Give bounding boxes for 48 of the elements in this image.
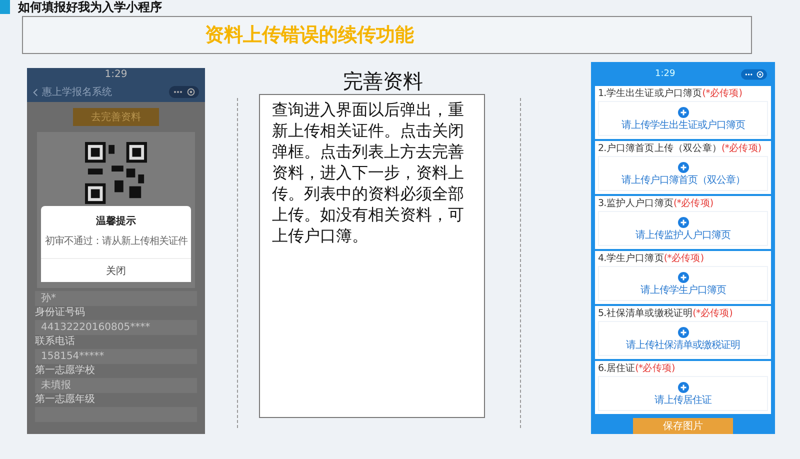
field-label: 第一志愿学校 (35, 365, 96, 377)
description-text: 查询进入界面以后弹出，重新上传相关证件。点击关闭弹框。点击列表上方去完善资料，进入下一步，资料上传。列表中的资料必须全部上传。如没有相关资料，可上传户口簿。 (272, 100, 464, 245)
upload-hint: 请上传学生出生证或户口簿页 (621, 120, 745, 132)
upload-area[interactable]: 请上传学生出生证或户口簿页 (598, 101, 768, 136)
upload-title: 1.学生出生证或户口簿页(*必传项) (598, 88, 744, 99)
field-label: 第一志愿年级 (35, 394, 96, 406)
upload-area[interactable]: 请上传学生户口簿页 (598, 266, 768, 301)
input-field[interactable]: 未填报 (35, 378, 197, 393)
section-heading: 完善资料 (343, 68, 423, 94)
complete-info-button[interactable]: 去完善资料 (73, 108, 159, 126)
upload-area[interactable]: 请上传居住证 (598, 376, 768, 411)
banner-title: 资料上传错误的续传功能 (205, 23, 414, 48)
back-icon[interactable] (33, 88, 38, 96)
input-field[interactable]: 158154***** (35, 349, 197, 364)
upload-title: 6.居住证(*必传项) (598, 363, 676, 374)
field-label: 身份证号码 (35, 307, 86, 319)
upload-title: 2.户口簿首页上传（双公章）(*必传项) (598, 143, 762, 154)
upload-area[interactable]: 请上传监护人户口簿页 (598, 211, 768, 246)
status-time: 1:29 (104, 68, 128, 82)
input-field[interactable]: 孙* (35, 291, 197, 306)
upload-hint: 请上传社保清单或缴税证明 (626, 340, 740, 352)
plus-icon (678, 382, 688, 393)
menu-capsule-icon[interactable] (741, 68, 767, 80)
upload-title: 3.监护人户口簿页(*必传项) (598, 198, 714, 209)
upload-hint: 请上传监护人户口簿页 (636, 230, 730, 242)
upload-hint: 请上传居住证 (654, 395, 712, 407)
upload-area[interactable]: 请上传户口簿首页（双公章） (598, 156, 768, 191)
title-marker (0, 0, 10, 14)
dialog-title: 温馨提示 (96, 214, 136, 228)
plus-icon (678, 162, 688, 173)
upload-title: 4.学生户口簿页(*必传项) (598, 253, 705, 264)
plus-icon (678, 107, 688, 118)
qr-code-icon (85, 142, 147, 204)
plus-icon (678, 217, 688, 228)
upload-area[interactable]: 请上传社保清单或缴税证明 (598, 321, 768, 356)
input-field[interactable]: 44132220160805**** (35, 320, 197, 335)
close-button[interactable]: 关闭 (41, 258, 191, 282)
nav-title: 惠上学报名系统 (42, 86, 112, 99)
upload-hint: 请上传户口簿首页（双公章） (621, 175, 745, 187)
field-label: 联系电话 (35, 336, 76, 348)
plus-icon (678, 327, 688, 338)
page-title: 如何填报好我为入学小程序 (18, 0, 162, 14)
upload-title: 5.社保清单或缴税证明(*必传项) (598, 308, 734, 319)
menu-capsule-icon[interactable] (169, 86, 199, 98)
dialog-message: 初审不通过：请从新上传相关证件 (44, 234, 188, 248)
upload-hint: 请上传学生户口簿页 (640, 285, 726, 297)
plus-icon (678, 272, 688, 283)
status-time: 1:29 (655, 69, 676, 79)
